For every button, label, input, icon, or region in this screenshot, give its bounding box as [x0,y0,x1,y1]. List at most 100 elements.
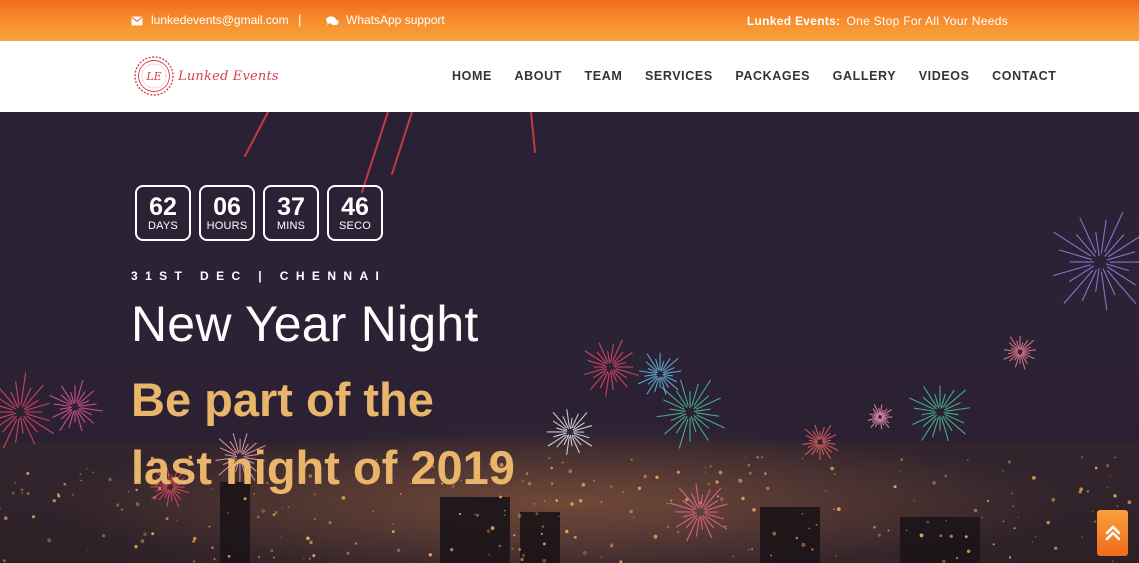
countdown-value: 37 [277,192,305,221]
city-light [550,466,553,470]
email-address[interactable]: lunkedevents@gmail.com [151,13,289,27]
scroll-to-top-button[interactable] [1097,510,1128,556]
city-light [939,534,943,538]
logo-monogram: LE [145,70,161,83]
city-light [256,515,260,519]
city-light [1127,500,1132,505]
city-light [981,516,984,519]
city-light [724,525,727,528]
city-light [346,551,350,555]
whatsapp-label[interactable]: WhatsApp support [346,13,445,27]
nav-home[interactable]: HOME [452,69,492,83]
chat-bubbles-icon [326,15,339,26]
city-light [26,492,30,495]
city-light [473,513,476,516]
city-light [738,478,743,483]
city-light [372,510,375,512]
tagline-brand: Lunked Events: [746,14,841,28]
city-light [835,555,837,557]
city-light [670,499,673,502]
city-light [825,490,827,492]
city-light [14,482,17,484]
city-light [31,515,36,519]
city-light [1051,498,1056,502]
city-light [747,463,751,467]
nav-services[interactable]: SERVICES [645,69,713,83]
city-light [176,519,178,522]
city-light [741,496,745,501]
city-light [4,516,8,520]
hero-subtitle-line-2: last night of 2019 [131,441,515,494]
city-light [905,529,908,532]
city-light [108,477,112,482]
city-light [1002,520,1005,523]
city-light [280,536,282,538]
nav-gallery[interactable]: GALLERY [833,69,896,83]
city-light [543,500,546,502]
city-light [676,530,680,534]
city-light [833,473,836,475]
top-bar: lunkedevents@gmail.com | WhatsApp suppor… [0,0,1139,41]
city-light [1086,490,1090,493]
hero-title: New Year Night [131,296,479,352]
city-light [115,503,120,507]
city-light [309,540,313,545]
city-light [272,513,276,517]
countdown-value: 62 [149,192,177,221]
city-light [579,499,583,503]
nav-about[interactable]: ABOUT [515,69,562,83]
city-light [392,523,394,525]
city-light [208,525,211,528]
city-light [227,554,231,558]
countdown-mins: 37 MINS [263,185,319,241]
countdown-unit: SECO [339,219,371,232]
city-light [192,560,196,563]
whatsapp-contact[interactable]: WhatsApp support [326,13,445,27]
firework-burst [908,385,970,442]
nav-packages[interactable]: PACKAGES [735,69,810,83]
city-light [1032,476,1036,480]
city-light [877,533,881,537]
city-light [1046,520,1050,525]
city-light [261,509,266,513]
city-light [520,557,524,562]
city-light [275,510,278,514]
city-light [226,511,229,514]
city-light [926,520,930,524]
city-light [57,493,60,496]
countdown-timer: 62 DAYS 06 HOURS 37 MINS 46 SECO [135,185,391,241]
city-light [1078,490,1082,494]
city-light [476,513,479,517]
city-light [85,467,88,470]
city-light [719,497,724,501]
city-light [992,543,995,546]
city-light [306,536,310,541]
city-light [715,480,719,484]
city-light [900,458,903,461]
city-light [630,458,633,461]
nav-contact[interactable]: CONTACT [992,69,1056,83]
city-light [808,527,810,530]
city-light [134,544,138,549]
city-light [801,457,804,460]
city-light [770,554,772,557]
city-light [450,548,454,552]
city-light [193,536,197,541]
nav-team[interactable]: TEAM [585,69,623,83]
city-light [213,558,216,560]
city-light [1031,541,1034,543]
city-light [1010,492,1013,495]
city-light [1111,560,1114,563]
city-light [1109,475,1111,477]
city-light [964,535,968,538]
city-light [944,474,947,477]
city-light [281,507,284,509]
site-logo[interactable]: LE Lunked Events [133,55,279,97]
nav-videos[interactable]: VIDEOS [919,69,970,83]
city-light [610,485,613,488]
email-contact[interactable]: lunkedevents@gmail.com [131,13,289,27]
city-light [92,471,94,474]
city-light [504,510,506,512]
city-light [633,516,635,518]
city-light [521,480,524,483]
